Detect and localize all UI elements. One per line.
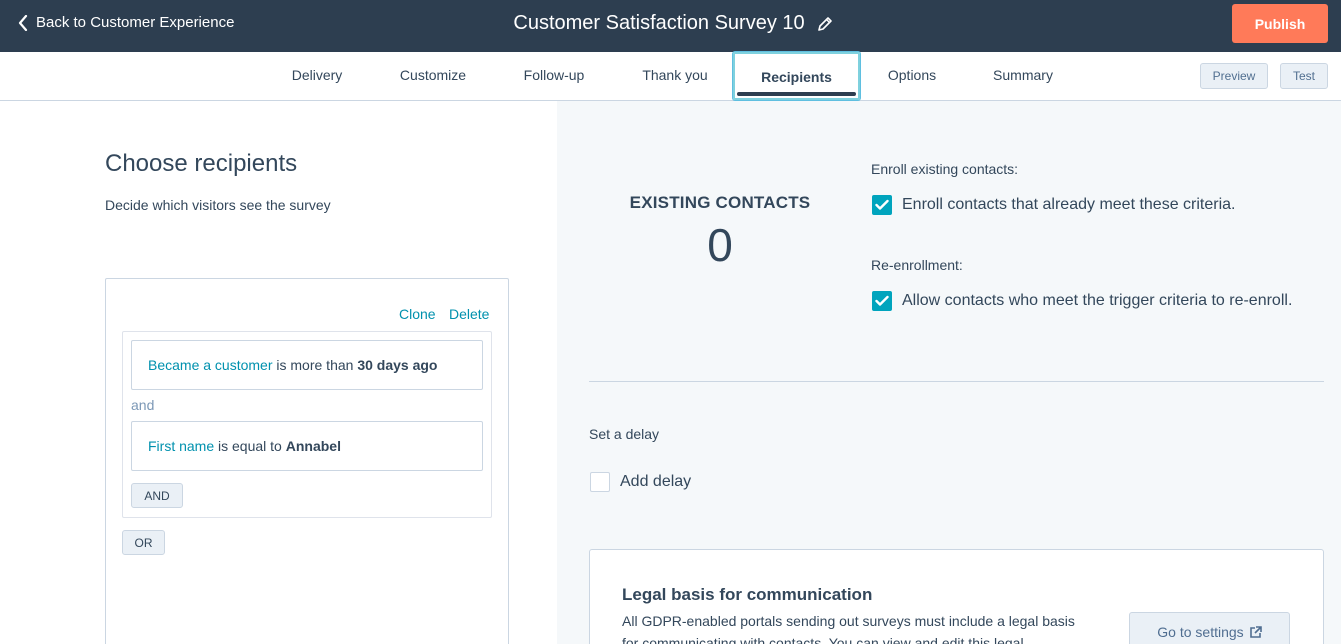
tab-recipients[interactable]: Recipients	[733, 52, 860, 100]
section-heading: Choose recipients	[105, 150, 298, 177]
filter-condition[interactable]: Became a customer is more than 30 days a…	[131, 340, 483, 390]
enroll-checkbox-label: Enroll contacts that already meet these …	[902, 196, 1236, 213]
external-link-icon	[1249, 625, 1262, 638]
publish-button[interactable]: Publish	[1232, 4, 1328, 43]
condition-value: 30 days ago	[357, 357, 438, 373]
page-title-wrapper: Customer Satisfaction Survey 10	[0, 12, 1341, 35]
condition-property: Became a customer	[148, 357, 273, 373]
tab-summary[interactable]: Summary	[980, 52, 1066, 100]
top-header: Back to Customer Experience Customer Sat…	[0, 0, 1341, 52]
checkmark-icon	[875, 199, 889, 210]
test-button[interactable]: Test	[1280, 63, 1328, 89]
active-tab-indicator	[737, 92, 856, 96]
section-subtitle: Decide which visitors see the survey	[105, 197, 331, 213]
page-title: Customer Satisfaction Survey 10	[513, 12, 805, 34]
reenroll-checkbox-label: Allow contacts who meet the trigger crit…	[902, 292, 1293, 309]
add-delay-label: Add delay	[620, 473, 692, 490]
and-button[interactable]: AND	[131, 483, 183, 508]
delay-checkbox-row[interactable]: Add delay	[590, 472, 691, 492]
go-to-settings-label: Go to settings	[1157, 624, 1244, 640]
enroll-checkbox[interactable]	[872, 195, 892, 215]
reenroll-checkbox[interactable]	[872, 291, 892, 311]
tab-thank-you[interactable]: Thank you	[630, 52, 720, 100]
go-to-settings-button[interactable]: Go to settings	[1129, 612, 1290, 644]
legal-basis-text: All GDPR-enabled portals sending out sur…	[622, 613, 1075, 644]
tab-options[interactable]: Options	[870, 52, 954, 100]
tab-bar: Delivery Customize Follow-up Thank you R…	[0, 52, 1341, 101]
delay-section-label: Set a delay	[589, 426, 660, 442]
tab-customize[interactable]: Customize	[388, 52, 478, 100]
existing-contacts-count: 0	[707, 219, 733, 271]
or-button[interactable]: OR	[122, 530, 165, 555]
pencil-icon[interactable]	[817, 16, 833, 32]
reenroll-section-label: Re-enrollment:	[871, 257, 963, 273]
condition-operator: is more than	[276, 357, 354, 373]
clone-link[interactable]: Clone	[399, 306, 436, 322]
section-divider	[589, 381, 1324, 382]
reenroll-checkbox-row[interactable]: Allow contacts who meet the trigger crit…	[872, 291, 1292, 311]
and-connector: and	[131, 397, 155, 413]
legal-basis-title: Legal basis for communication	[622, 585, 873, 604]
add-delay-checkbox[interactable]	[590, 472, 610, 492]
condition-property: First name	[148, 438, 215, 454]
delete-link[interactable]: Delete	[449, 306, 489, 322]
tab-follow-up[interactable]: Follow-up	[508, 52, 600, 100]
enroll-section-label: Enroll existing contacts:	[871, 161, 1019, 177]
condition-operator: is equal to	[218, 438, 282, 454]
enroll-checkbox-row[interactable]: Enroll contacts that already meet these …	[872, 195, 1236, 215]
tab-recipients-label: Recipients	[761, 69, 832, 85]
existing-contacts-label: EXISTING CONTACTS	[629, 193, 811, 212]
filter-condition[interactable]: First name is equal to Annabel	[131, 421, 483, 471]
preview-button[interactable]: Preview	[1200, 63, 1268, 89]
checkmark-icon	[875, 295, 889, 306]
tab-delivery[interactable]: Delivery	[272, 52, 362, 100]
condition-value: Annabel	[285, 438, 341, 454]
